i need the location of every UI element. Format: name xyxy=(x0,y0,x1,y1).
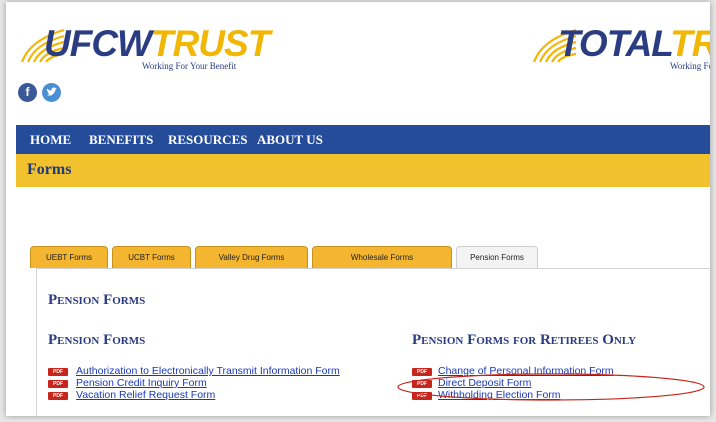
tab-valley-drug-forms[interactable]: Valley Drug Forms xyxy=(195,246,308,268)
pension-credit-inquiry-link[interactable]: Pension Credit Inquiry Form xyxy=(76,377,207,389)
logo-tagline: Working For Your Benefit xyxy=(142,61,237,71)
section-title: Pension Forms xyxy=(48,292,146,308)
left-column-heading: Pension Forms xyxy=(48,332,146,348)
right-column-heading: Pension Forms for Retirees Only xyxy=(412,332,637,348)
nav-about-us[interactable]: ABOUT US xyxy=(257,125,323,154)
annotation-oval xyxy=(397,373,705,401)
pdf-icon: PDF xyxy=(48,368,68,376)
nav-benefits[interactable]: BENEFITS xyxy=(89,125,153,154)
vacation-relief-request-link[interactable]: Vacation Relief Request Form xyxy=(76,389,215,401)
facebook-icon[interactable]: f xyxy=(18,83,37,102)
logo-wordmark: UFCWTRUST xyxy=(44,23,270,64)
tab-panel-border xyxy=(36,268,37,416)
twitter-icon[interactable] xyxy=(42,83,61,102)
tab-pension-forms[interactable]: Pension Forms xyxy=(456,246,538,269)
page-title: Forms xyxy=(27,161,72,178)
nav-home[interactable]: HOME xyxy=(30,125,71,154)
pdf-icon: PDF xyxy=(48,392,68,400)
tabs-divider xyxy=(36,268,710,269)
pdf-icon: PDF xyxy=(48,380,68,388)
tab-ucbt-forms[interactable]: UCBT Forms xyxy=(112,246,191,268)
page-title-bar: Forms xyxy=(16,154,710,187)
logo-tagline: Working For Your Benefit xyxy=(670,61,710,71)
tab-uebt-forms[interactable]: UEBT Forms xyxy=(30,246,108,268)
logo-wordmark: TOTALTRUST xyxy=(558,23,710,64)
main-navigation: HOME BENEFITS RESOURCES ABOUT US xyxy=(16,125,710,154)
nav-resources[interactable]: RESOURCES xyxy=(168,125,247,154)
tab-wholesale-forms[interactable]: Wholesale Forms xyxy=(312,246,452,268)
authorization-form-link[interactable]: Authorization to Electronically Transmit… xyxy=(76,365,340,377)
page-screenshot: UFCWTRUST Working For Your Benefit TOTAL… xyxy=(6,2,710,416)
